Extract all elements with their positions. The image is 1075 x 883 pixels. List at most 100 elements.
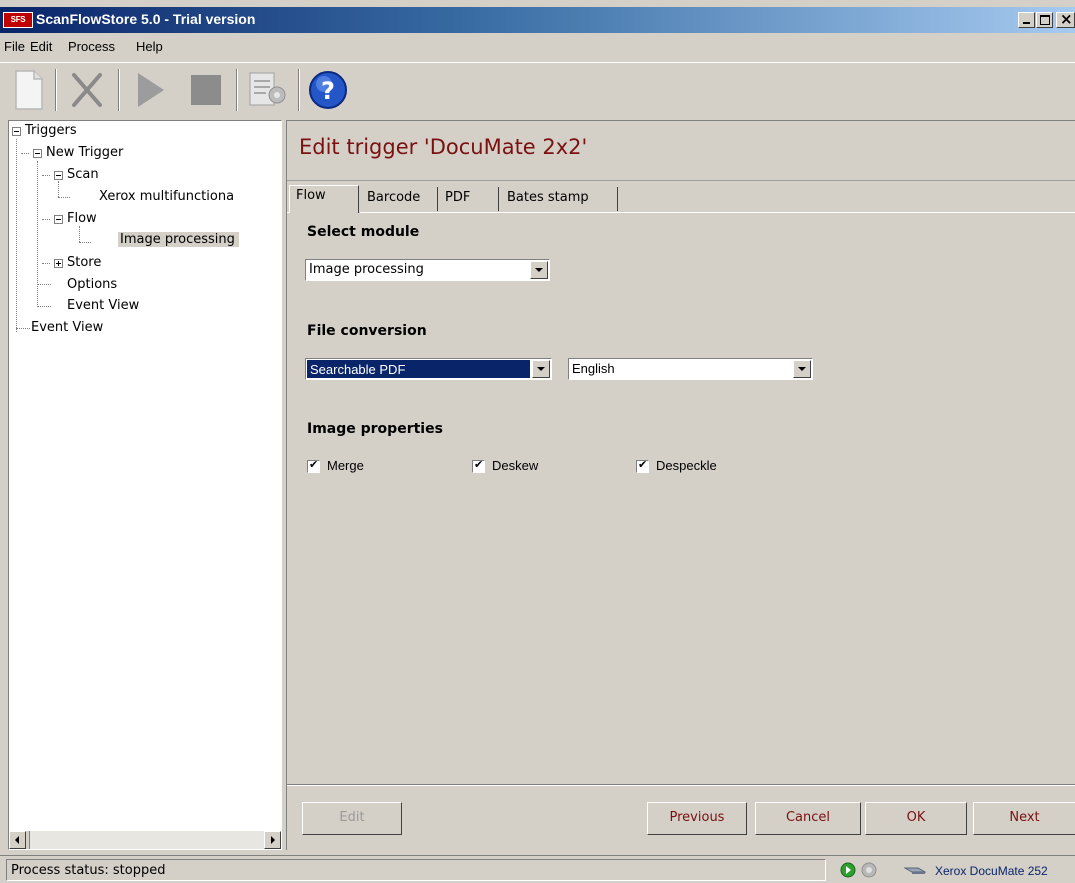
checkmark-icon[interactable] [472,458,485,473]
button-bar: Edit Previous Cancel OK Next [287,784,1075,851]
chevron-down-icon[interactable] [793,360,811,378]
arrow-right-icon [271,836,275,844]
tree-line [58,197,70,198]
idle-icon [861,862,877,878]
ok-button[interactable]: OK [865,802,967,835]
help-icon[interactable]: ? [306,67,352,113]
cancel-button[interactable]: Cancel [755,802,861,835]
tab-bates-stamp[interactable]: Bates stamp [501,187,618,211]
conversion-select-value: Searchable PDF [310,362,406,377]
tree-line [16,139,17,332]
tree-item-image-processing[interactable]: Image processing [118,232,239,247]
image-properties-label: Image properties [307,421,443,437]
next-button[interactable]: Next [973,802,1075,835]
chevron-down-icon[interactable] [532,360,550,378]
toolbar-separator [55,69,57,111]
select-module-label: Select module [307,224,420,240]
tab-barcode[interactable]: Barcode [361,187,438,211]
status-panel: Process status: stopped [6,859,826,881]
collapse-icon[interactable] [54,215,63,224]
tree-item-new-trigger[interactable]: New Trigger [46,145,123,160]
tree-item-triggers[interactable]: Triggers [25,123,77,138]
tree-line [42,263,50,264]
menu-process[interactable]: Process [68,39,115,54]
collapse-icon[interactable] [54,171,63,180]
merge-label: Merge [327,458,364,473]
toolbar: ? [0,62,1075,118]
tree-item-flow[interactable]: Flow [67,211,97,226]
tree-line [58,181,59,197]
checkmark-icon[interactable] [636,458,649,473]
tree-item-scan[interactable]: Scan [67,167,99,182]
previous-button[interactable]: Previous [647,802,747,835]
tree-line [37,284,51,285]
connected-icon [840,862,856,878]
tree-line [37,161,38,307]
collapse-icon[interactable] [33,149,42,158]
selection-highlight: Searchable PDF [307,360,530,378]
play-icon[interactable] [126,67,172,113]
tab-label: Bates stamp [507,190,589,205]
tree-item-scanner[interactable]: Xerox multifunctiona [99,189,234,204]
tree-line [42,175,50,176]
page-title: Edit trigger 'DocuMate 2x2' [299,135,588,159]
minimize-button[interactable] [1018,12,1035,28]
tab-label: PDF [445,190,471,205]
tree-line [37,306,51,307]
collapse-icon[interactable] [12,127,21,136]
edit-trigger-panel: Edit trigger 'DocuMate 2x2' Flow Barcode… [286,120,1075,850]
delete-icon[interactable] [64,67,110,113]
maximize-button[interactable] [1036,12,1053,28]
app-logo-icon: SFS [3,12,33,28]
stop-icon[interactable] [183,67,229,113]
status-bar: Process status: stopped Xerox DocuMate 2… [0,855,1075,883]
toolbar-separator [236,69,238,111]
scroll-left-button[interactable] [9,831,26,849]
conversion-select[interactable]: Searchable PDF [305,358,552,380]
tab-label: Barcode [367,190,421,205]
menu-file[interactable]: File [4,39,25,54]
tab-pdf[interactable]: PDF [439,187,499,211]
expand-icon[interactable] [54,259,63,268]
tab-label: Flow [296,188,326,203]
edit-button[interactable]: Edit [302,802,402,835]
tree-item-event-view-root[interactable]: Event View [31,320,103,335]
device-name: Xerox DocuMate 252 [935,864,1048,878]
deskew-label: Deskew [492,458,539,473]
app-window: SFS ScanFlowStore 5.0 - Trial version Fi… [0,0,1075,883]
tab-flow[interactable]: Flow [289,185,359,213]
device-status: Xerox DocuMate 252 [830,859,1075,881]
arrow-left-icon [15,836,19,844]
process-status: Process status: stopped [11,863,166,878]
tree-line [79,242,91,243]
window-title: ScanFlowStore 5.0 - Trial version [36,11,256,27]
settings-document-icon[interactable] [244,67,290,113]
toolbar-separator [118,69,120,111]
tree-line [79,226,80,242]
tree-line [21,153,29,154]
horizontal-scrollbar[interactable] [9,831,281,849]
tree-item-options[interactable]: Options [67,277,117,292]
close-button[interactable] [1056,10,1075,28]
tab-divider [360,212,1075,213]
trigger-tree[interactable]: Triggers New Trigger Scan Xerox multifun… [8,120,282,850]
tree-line [16,328,30,329]
tree-line [42,219,50,220]
title-bar[interactable]: SFS ScanFlowStore 5.0 - Trial version [0,7,1075,33]
scroll-right-button[interactable] [264,831,281,849]
module-select[interactable]: Image processing [305,259,550,281]
chevron-down-icon[interactable] [530,261,548,279]
menu-help[interactable]: Help [136,39,163,54]
tree-item-store[interactable]: Store [67,255,101,270]
new-document-icon[interactable] [4,67,50,113]
scanner-icon [904,867,926,874]
menu-edit[interactable]: Edit [30,39,52,54]
language-select[interactable]: English [568,358,813,380]
toolbar-separator [298,69,300,111]
scroll-thumb[interactable] [26,831,30,849]
menu-bar: File Edit Process Help [0,36,1075,58]
help-glyph: ? [321,77,335,105]
file-conversion-label: File conversion [307,323,427,339]
tree-item-event-view-child[interactable]: Event View [67,298,139,313]
checkmark-icon[interactable] [307,458,320,473]
